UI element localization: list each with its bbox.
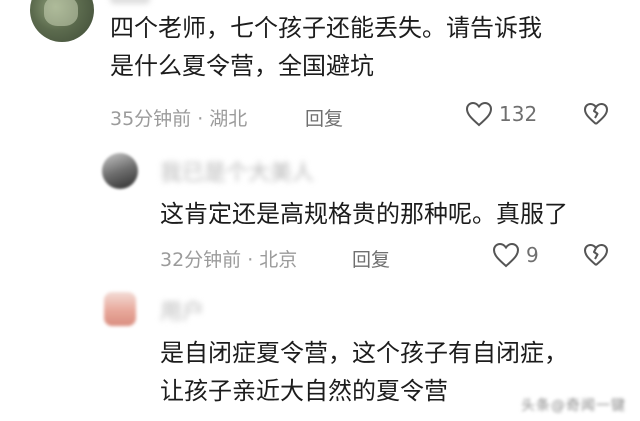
comment-time: 32分钟前 [160,249,242,271]
comment-text-line: 是什么夏令营，全国避坑 [110,52,374,80]
broken-heart-icon[interactable] [583,243,609,267]
username-blurred: 我已是个大美人 [160,161,315,186]
watermark: 头条@奇闻一键 [521,398,626,414]
comment-time: 35分钟前 [110,108,192,130]
reply-button[interactable]: 回复 [352,245,390,272]
comment-location: 湖北 [209,108,248,130]
comment-text-line: 四个老师，七个孩子还能丢失。请告诉我 [110,14,542,42]
like-count: 132 [499,102,538,126]
heart-outline-icon [465,101,493,127]
comment-text-line: 是自闭症夏令营，这个孩子有自闭症， [160,339,568,367]
comment-meta: 35分钟前 · 湖北 [110,108,248,130]
comment-meta: 32分钟前 · 北京 [160,249,298,271]
avatar[interactable] [102,153,138,189]
comment-location: 北京 [259,249,298,271]
like-button[interactable]: 9 [492,242,539,268]
broken-heart-icon[interactable] [583,102,609,126]
like-button[interactable]: 132 [465,101,537,127]
comment-text: 这肯定还是高规格贵的那种呢。真服了 [160,195,630,233]
comment-text: 四个老师，七个孩子还能丢失。请告诉我 是什么夏令营，全国避坑 [110,9,630,85]
like-count: 9 [526,243,539,267]
avatar[interactable] [104,292,136,326]
avatar[interactable] [30,0,94,42]
username-blurred: 用户 [160,300,205,325]
heart-outline-icon [492,242,520,268]
reply-button[interactable]: 回复 [305,104,343,131]
username-blurred [110,0,150,4]
comment-text-line: 这肯定还是高规格贵的那种呢。真服了 [160,200,568,228]
